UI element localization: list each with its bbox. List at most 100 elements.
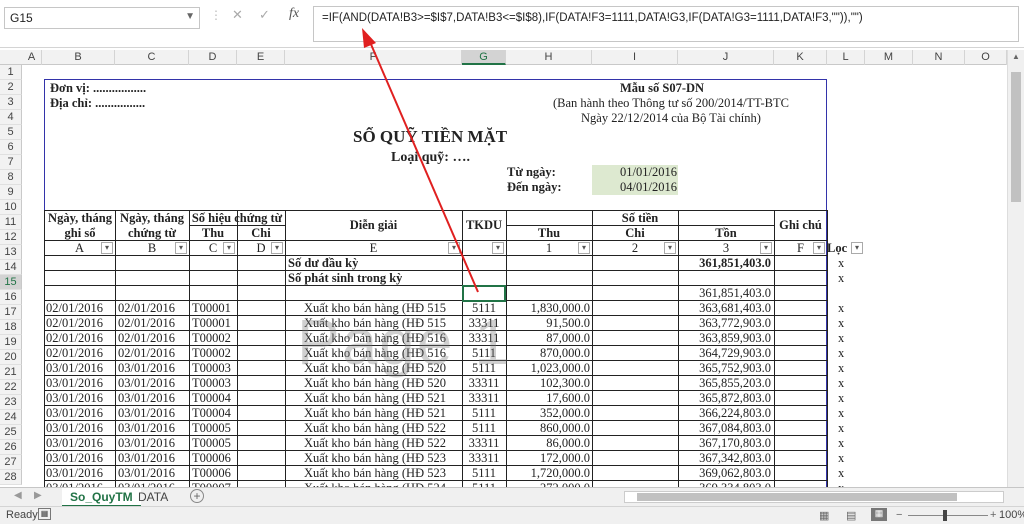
row-header-5[interactable]: 5 <box>0 125 22 140</box>
scroll-tabs-right-icon[interactable]: ▶ <box>34 490 42 501</box>
row-header-20[interactable]: 20 <box>0 350 22 365</box>
row-header-19[interactable]: 19 <box>0 335 22 350</box>
row-header-14[interactable]: 14 <box>0 260 22 275</box>
row-cell-j: 363,772,903.0 <box>699 316 771 330</box>
row-header-12[interactable]: 12 <box>0 230 22 245</box>
page-layout-icon[interactable]: ▤ <box>846 509 856 522</box>
name-box[interactable]: G15 ▼ <box>4 7 200 29</box>
row-cell-a: 02/01/2016 <box>46 301 103 315</box>
page-watermark: Page 1 <box>297 306 512 378</box>
column-header-n[interactable]: N <box>913 50 965 65</box>
column-header-m[interactable]: M <box>865 50 913 65</box>
column-header-b[interactable]: B <box>42 50 115 65</box>
row-header-24[interactable]: 24 <box>0 410 22 425</box>
filter-dropdown-icon[interactable]: ▾ <box>851 242 863 254</box>
column-header-f[interactable]: F <box>285 50 462 65</box>
column-header-g[interactable]: G <box>462 50 506 65</box>
den-ngay-value[interactable]: 04/01/2016 <box>620 180 677 195</box>
row-header-21[interactable]: 21 <box>0 365 22 380</box>
column-header-h[interactable]: H <box>506 50 592 65</box>
zoom-in-icon[interactable]: + <box>990 509 996 521</box>
column-header-d[interactable]: D <box>189 50 237 65</box>
column-header-c[interactable]: C <box>115 50 189 65</box>
column-header-i[interactable]: I <box>592 50 678 65</box>
macro-record-icon[interactable]: ▦ <box>38 508 51 520</box>
chevron-down-icon[interactable]: ▼ <box>185 11 195 22</box>
cancel-icon[interactable]: ✕ <box>232 7 243 23</box>
row-header-6[interactable]: 6 <box>0 140 22 155</box>
row-header-23[interactable]: 23 <box>0 395 22 410</box>
so-du-dau-ky-label: Số dư đầu kỳ <box>288 256 359 270</box>
row-header-27[interactable]: 27 <box>0 455 22 470</box>
row-header-18[interactable]: 18 <box>0 320 22 335</box>
row-header-4[interactable]: 4 <box>0 110 22 125</box>
zoom-slider[interactable] <box>908 515 988 516</box>
filter-dropdown-icon[interactable]: ▾ <box>448 242 460 254</box>
scroll-thumb[interactable] <box>1011 72 1021 202</box>
zoom-level[interactable]: 100% <box>999 509 1024 521</box>
tab-data[interactable]: DATA <box>130 488 176 507</box>
tu-ngay-value[interactable]: 01/01/2016 <box>620 165 677 180</box>
row-cell-g: 33311 <box>468 436 500 450</box>
row-header-26[interactable]: 26 <box>0 440 22 455</box>
formula-input[interactable]: =IF(AND(DATA!B3>=$I$7,DATA!B3<=$I$8),IF(… <box>313 6 1019 42</box>
filter-dropdown-icon[interactable]: ▾ <box>760 242 772 254</box>
normal-view-icon[interactable]: ▦ <box>819 509 829 522</box>
column-header-j[interactable]: J <box>678 50 774 65</box>
scroll-up-icon[interactable]: ▲ <box>1012 52 1020 61</box>
row-header-8[interactable]: 8 <box>0 170 22 185</box>
row-cell-b: 03/01/2016 <box>118 451 175 465</box>
row-cell-h: 870,000.0 <box>540 346 590 360</box>
horizontal-scrollbar[interactable] <box>624 491 1004 503</box>
row-header-11[interactable]: 11 <box>0 215 22 230</box>
row-header-17[interactable]: 17 <box>0 305 22 320</box>
filter-dropdown-icon[interactable]: ▾ <box>578 242 590 254</box>
page-title: SỔ QUỸ TIỀN MẶT <box>353 127 508 146</box>
row-header-9[interactable]: 9 <box>0 185 22 200</box>
filter-dropdown-icon[interactable]: ▾ <box>175 242 187 254</box>
column-header-e[interactable]: E <box>237 50 285 65</box>
filter-dropdown-icon[interactable]: ▾ <box>813 242 825 254</box>
selected-cell[interactable] <box>462 285 506 302</box>
row-cell-j: 365,855,203.0 <box>699 376 771 390</box>
row-header-2[interactable]: 2 <box>0 80 22 95</box>
status-bar: Ready ▦ ▦ ▤ ▦ − + 100% <box>0 506 1024 524</box>
h-scroll-thumb[interactable] <box>637 493 957 501</box>
enter-icon[interactable]: ✓ <box>259 7 270 23</box>
row-header-1[interactable]: 1 <box>0 65 22 80</box>
loai-quy-label: Loại quỹ: …. <box>391 150 470 165</box>
filter-dropdown-icon[interactable]: ▾ <box>101 242 113 254</box>
column-header-k[interactable]: K <box>774 50 827 65</box>
tab-so-quytm[interactable]: So_QuyTM <box>62 488 141 507</box>
row-header-16[interactable]: 16 <box>0 290 22 305</box>
row-header-25[interactable]: 25 <box>0 425 22 440</box>
row-header-22[interactable]: 22 <box>0 380 22 395</box>
column-header-a[interactable]: A <box>22 50 42 65</box>
formula-bar: G15 ▼ ⋮ ✕ ✓ fx =IF(AND(DATA!B3>=$I$7,DAT… <box>0 0 1024 48</box>
insert-function-icon[interactable]: fx <box>289 6 299 22</box>
row-cell-j: 364,729,903.0 <box>699 346 771 360</box>
header-dien-giai: Diễn giải <box>349 218 398 232</box>
row-header-28[interactable]: 28 <box>0 470 22 485</box>
worksheet-grid[interactable]: Đơn vị: ................. Địa chỉ: .....… <box>22 65 1007 487</box>
scroll-tabs-left-icon[interactable]: ◀ <box>14 490 22 501</box>
row-header-15[interactable]: 15 <box>0 275 22 290</box>
filter-dropdown-icon[interactable]: ▾ <box>223 242 235 254</box>
row-cell-a: 02/01/2016 <box>46 316 103 330</box>
row-header-10[interactable]: 10 <box>0 200 22 215</box>
row-cell-c: T00004 <box>192 406 231 420</box>
vertical-scrollbar[interactable]: ▲ <box>1007 50 1024 488</box>
zoom-slider-thumb[interactable] <box>943 510 947 521</box>
row-header-13[interactable]: 13 <box>0 245 22 260</box>
zoom-out-icon[interactable]: − <box>896 509 902 521</box>
l14-mark: x <box>838 271 845 285</box>
page-break-icon[interactable]: ▦ <box>871 508 887 521</box>
filter-dropdown-icon[interactable]: ▾ <box>664 242 676 254</box>
filter-dropdown-icon[interactable]: ▾ <box>271 242 283 254</box>
row-header-3[interactable]: 3 <box>0 95 22 110</box>
row-header-7[interactable]: 7 <box>0 155 22 170</box>
column-header-l[interactable]: L <box>827 50 865 65</box>
filter-dropdown-icon[interactable]: ▾ <box>492 242 504 254</box>
column-header-o[interactable]: O <box>965 50 1007 65</box>
add-sheet-icon[interactable]: + <box>190 489 204 503</box>
